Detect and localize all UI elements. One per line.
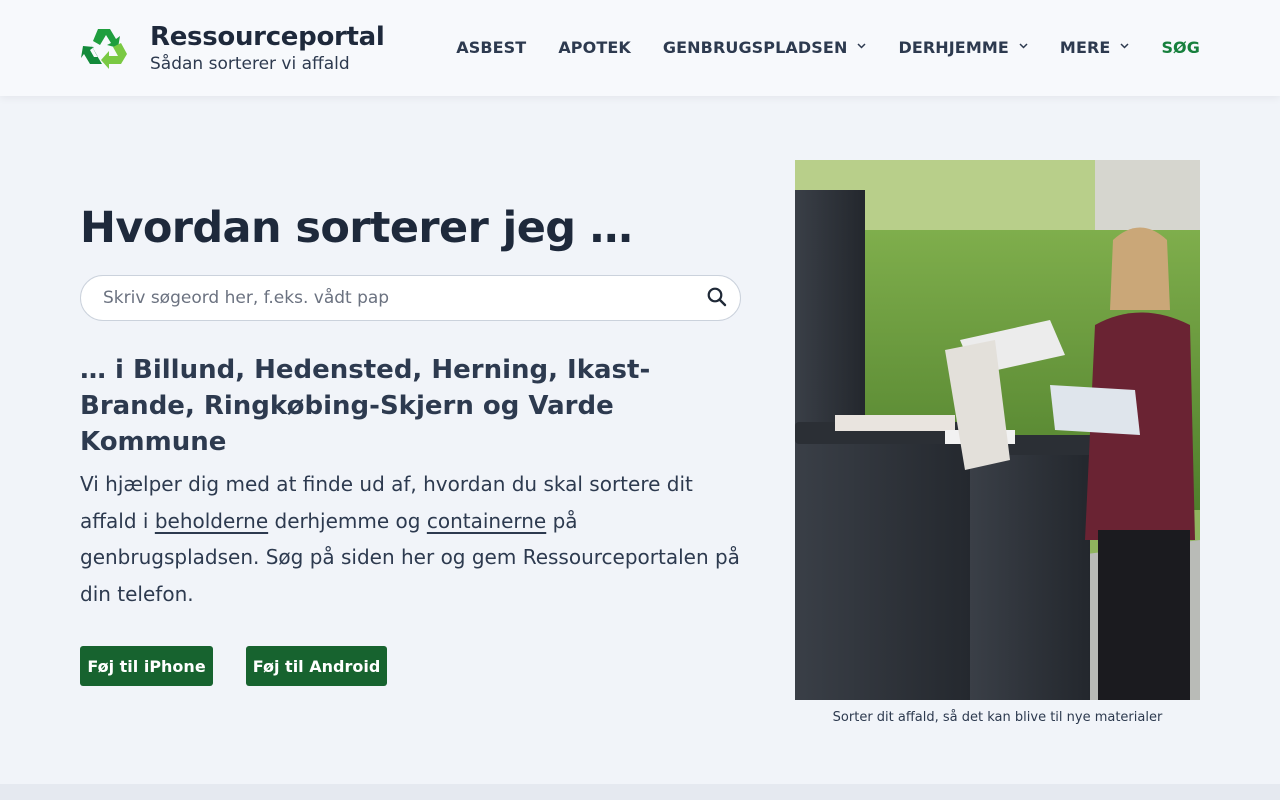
nav-item-label: DERHJEMME bbox=[898, 37, 1009, 57]
search-box bbox=[80, 275, 741, 321]
search-input[interactable] bbox=[103, 276, 693, 320]
chevron-down-icon bbox=[1120, 43, 1129, 49]
nav-item-label: MERE bbox=[1059, 37, 1111, 57]
add-to-iphone-button[interactable]: Føj til iPhone bbox=[80, 646, 213, 686]
add-to-android-button[interactable]: Føj til Android bbox=[246, 646, 387, 686]
nav-item-label: ASBEST bbox=[456, 37, 527, 57]
nav-item-label: SØG bbox=[1161, 37, 1200, 57]
search-button[interactable] bbox=[706, 287, 728, 309]
nav-item-asbest[interactable]: ASBEST bbox=[456, 38, 526, 57]
municipalities-heading: … i Billund, Hedensted, Herning, Ikast-B… bbox=[80, 355, 651, 457]
hero-photo bbox=[795, 160, 1200, 700]
intro-text-part: derhjemme og bbox=[268, 508, 427, 533]
nav-item-mere[interactable]: MERE bbox=[1060, 38, 1130, 57]
search-icon bbox=[707, 287, 727, 307]
nav-item-label: GENBRUGSPLADSEN bbox=[662, 37, 848, 57]
site-header: Ressourceportal Sådan sorterer vi affald… bbox=[0, 0, 1280, 96]
chevron-down-icon bbox=[1019, 43, 1028, 49]
link-containerne[interactable]: containerne bbox=[427, 509, 546, 533]
intro-text: Vi hjælper dig med at finde ud af, hvord… bbox=[80, 466, 745, 612]
footer-strip bbox=[0, 784, 1280, 800]
nav-item-derhjemme[interactable]: DERHJEMME bbox=[898, 37, 1028, 57]
photo-caption: Sorter dit affald, så det kan blive til … bbox=[832, 710, 1163, 725]
recycle-icon bbox=[81, 29, 127, 69]
main-nav: ASBEST APOTEK GENBRUGSPLADSEN DERHJEMME … bbox=[456, 32, 1200, 62]
nav-item-label: APOTEK bbox=[558, 37, 631, 57]
link-beholderne[interactable]: beholderne bbox=[155, 509, 268, 533]
brand-title: Ressourceportal bbox=[150, 21, 385, 52]
hero-figure: Sorter dit affald, så det kan blive til … bbox=[795, 160, 1200, 725]
home-logo-link[interactable]: Ressourceportal Sådan sorterer vi affald bbox=[80, 20, 385, 76]
nav-item-genbrugspladsen[interactable]: GENBRUGSPLADSEN bbox=[663, 38, 867, 57]
nav-item-search[interactable]: SØG bbox=[1161, 38, 1200, 57]
brand-subtitle: Sådan sorterer vi affald bbox=[150, 53, 350, 74]
chevron-down-icon bbox=[857, 43, 866, 49]
page-title: Hvordan sorterer jeg … bbox=[80, 203, 633, 253]
nav-item-apotek[interactable]: APOTEK bbox=[558, 38, 631, 57]
